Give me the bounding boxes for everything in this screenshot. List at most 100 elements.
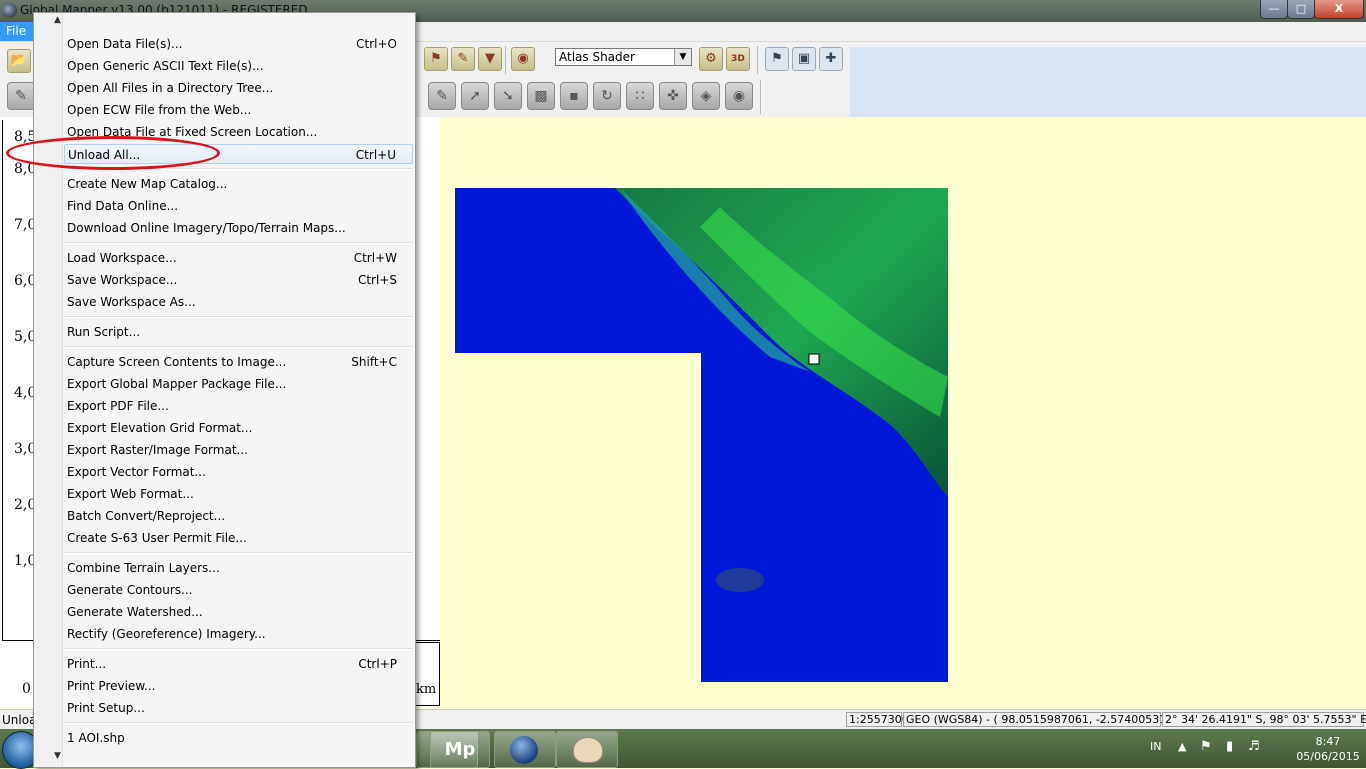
reshape-icon[interactable]: ➘ — [494, 82, 522, 110]
menu-scroll-down-icon[interactable]: ▼ — [54, 751, 61, 761]
menu-item-label: Rectify (Georeference) Imagery... — [67, 627, 266, 641]
taskbar-paint[interactable] — [556, 731, 618, 768]
language-indicator[interactable]: IN — [1150, 740, 1161, 753]
menu-item-generate-watershed[interactable]: Generate Watershed... — [64, 602, 413, 622]
menu-item-open-data-file-s[interactable]: Open Data File(s)... Ctrl+O — [64, 34, 413, 54]
taskbar-global-mapper[interactable]: Mp — [430, 731, 490, 768]
menu-item-export-vector-format[interactable]: Export Vector Format... — [64, 462, 413, 482]
split-area-icon[interactable]: ▪ — [560, 82, 588, 110]
menu-item-shortcut: Ctrl+W — [353, 251, 397, 265]
cursor-marker-icon — [808, 353, 820, 365]
menu-item-batch-convert-reproject[interactable]: Batch Convert/Reproject... — [64, 506, 413, 526]
menu-item-export-raster-image-format[interactable]: Export Raster/Image Format... — [64, 440, 413, 460]
menu-separator — [64, 722, 413, 724]
menu-item-shortcut: Shift+C — [351, 355, 397, 369]
menu-item-label: Generate Watershed... — [67, 605, 203, 619]
menu-item-print-setup[interactable]: Print Setup... — [64, 698, 413, 718]
close-button[interactable]: X — [1314, 0, 1364, 19]
buffer-shape-icon[interactable]: ◉ — [725, 82, 753, 110]
menu-item-shortcut: Ctrl+P — [358, 657, 397, 671]
pencil-tool-icon[interactable]: ✎ — [451, 47, 475, 71]
digitizer-tool-icon[interactable]: ✎ — [7, 82, 35, 110]
connect-lines-icon[interactable]: ✜ — [659, 82, 687, 110]
app-globe-icon[interactable] — [2, 3, 17, 18]
palette-icon — [573, 737, 603, 763]
crosshair-tool-icon[interactable]: ✚ — [819, 47, 843, 71]
move-vertex-icon[interactable]: ➚ — [461, 82, 489, 110]
flag-tool-icon[interactable]: ⚑ — [765, 47, 789, 71]
rotate-feature-icon[interactable]: ↻ — [593, 82, 621, 110]
menu-item-label: Export Web Format... — [67, 487, 194, 501]
menu-item-open-all-files-in-a-directory-tree[interactable]: Open All Files in a Directory Tree... — [64, 78, 413, 98]
funnel-tool-icon[interactable]: ▼ — [478, 47, 502, 71]
binoculars-icon[interactable]: ◉ — [511, 47, 535, 71]
menu-item-save-workspace[interactable]: Save Workspace... Ctrl+S — [64, 270, 413, 290]
volume-icon[interactable]: ♬ — [1248, 739, 1260, 754]
3d-view-button[interactable]: 3D — [726, 47, 750, 71]
map-view[interactable] — [440, 117, 1366, 707]
open-folder-icon[interactable]: 📂 — [7, 49, 31, 73]
smooth-shape-icon[interactable]: ◈ — [692, 82, 720, 110]
menu-item-label: Open ECW File from the Web... — [67, 103, 252, 117]
menu-item-create-new-map-catalog[interactable]: Create New Map Catalog... — [64, 174, 413, 194]
edit-feature-icon[interactable]: ✎ — [428, 82, 456, 110]
show-hidden-icons[interactable]: ▲ — [1178, 740, 1186, 753]
menu-item-label: Batch Convert/Reproject... — [67, 509, 226, 523]
menu-item-label: Create S-63 User Permit File... — [67, 531, 247, 545]
menu-item-print-preview[interactable]: Print Preview... — [64, 676, 413, 696]
globe-icon — [510, 736, 538, 764]
menu-item-open-generic-ascii-text-file-s[interactable]: Open Generic ASCII Text File(s)... — [64, 56, 413, 76]
profile-y-axis — [2, 120, 3, 640]
menu-scroll-up-icon[interactable]: ▲ — [54, 15, 61, 25]
menu-item-capture-screen-contents-to-image[interactable]: Capture Screen Contents to Image... Shift… — [64, 352, 413, 372]
menu-item-label: Save Workspace As... — [67, 295, 196, 309]
chevron-down-icon[interactable]: ▼ — [674, 49, 691, 65]
minimize-button[interactable]: — — [1260, 0, 1288, 19]
menu-item-load-workspace[interactable]: Load Workspace... Ctrl+W — [64, 248, 413, 268]
menu-item-label: 1 AOI.shp — [67, 731, 125, 745]
menu-item-run-script[interactable]: Run Script... — [64, 322, 413, 342]
shader-options-icon[interactable]: ⚙ — [699, 47, 723, 71]
menu-separator — [64, 242, 413, 244]
menu-item-label: Export Raster/Image Format... — [67, 443, 248, 457]
menu-item-generate-contours[interactable]: Generate Contours... — [64, 580, 413, 600]
scale-unit-label: km — [416, 682, 437, 697]
menu-item-export-web-format[interactable]: Export Web Format... — [64, 484, 413, 504]
menu-item-export-elevation-grid-format[interactable]: Export Elevation Grid Format... — [64, 418, 413, 438]
menu-item-combine-terrain-layers[interactable]: Combine Terrain Layers... — [64, 558, 413, 578]
taskbar-google-earth[interactable] — [494, 731, 556, 768]
menu-item-print[interactable]: Print... Ctrl+P — [64, 654, 413, 674]
menu-item-open-ecw-file-from-the-web[interactable]: Open ECW File from the Web... — [64, 100, 413, 120]
menu-item-label: Find Data Online... — [67, 199, 179, 213]
menu-item-download-online-imagery-topo-terrain-maps[interactable]: Download Online Imagery/Topo/Terrain Map… — [64, 218, 413, 238]
menu-file[interactable]: File — [0, 22, 33, 41]
display-tool-icon[interactable]: ▣ — [792, 47, 816, 71]
menu-item-1-aoi-shp[interactable]: 1 AOI.shp — [64, 728, 413, 748]
system-clock[interactable]: 8:47 05/06/2015 — [1294, 734, 1362, 764]
file-menu: ▲ ▼ Open Data File(s)... Ctrl+O Open Gener… — [33, 12, 416, 768]
menu-item-find-data-online[interactable]: Find Data Online... — [64, 196, 413, 216]
axis-zero-label: 0 — [22, 681, 31, 697]
menu-item-save-workspace-as[interactable]: Save Workspace As... — [64, 292, 413, 312]
menu-item-create-s-63-user-permit-file[interactable]: Create S-63 User Permit File... — [64, 528, 413, 548]
menu-item-shortcut: Ctrl+U — [355, 148, 396, 162]
menu-item-export-pdf-file[interactable]: Export PDF File... — [64, 396, 413, 416]
menu-separator — [64, 316, 413, 318]
status-coordinates: GEO (WGS84) - ( 98.0515987061, -2.574005… — [903, 712, 1188, 727]
action-center-icon[interactable]: ⚑ — [1200, 739, 1212, 754]
menu-item-label: Load Workspace... — [67, 251, 177, 265]
raster-map[interactable] — [440, 117, 1366, 707]
menu-separator — [64, 552, 413, 554]
grid-points-icon[interactable]: ∷ — [626, 82, 654, 110]
tower-tool-icon[interactable]: ⚑ — [424, 47, 448, 71]
clock-time: 8:47 — [1315, 735, 1341, 748]
menu-item-rectify-georeference-imagery[interactable]: Rectify (Georeference) Imagery... — [64, 624, 413, 644]
shader-dropdown[interactable]: Atlas Shader ▼ — [555, 48, 692, 66]
menu-item-export-global-mapper-package-file[interactable]: Export Global Mapper Package File... — [64, 374, 413, 394]
merge-areas-icon[interactable]: ▩ — [527, 82, 555, 110]
battery-icon[interactable]: ▮ — [1226, 739, 1233, 754]
menu-item-label: Capture Screen Contents to Image... — [67, 355, 287, 369]
menu-item-label: Combine Terrain Layers... — [67, 561, 220, 575]
menu-item-label: Open All Files in a Directory Tree... — [67, 81, 274, 95]
maximize-button[interactable]: □ — [1287, 0, 1315, 19]
